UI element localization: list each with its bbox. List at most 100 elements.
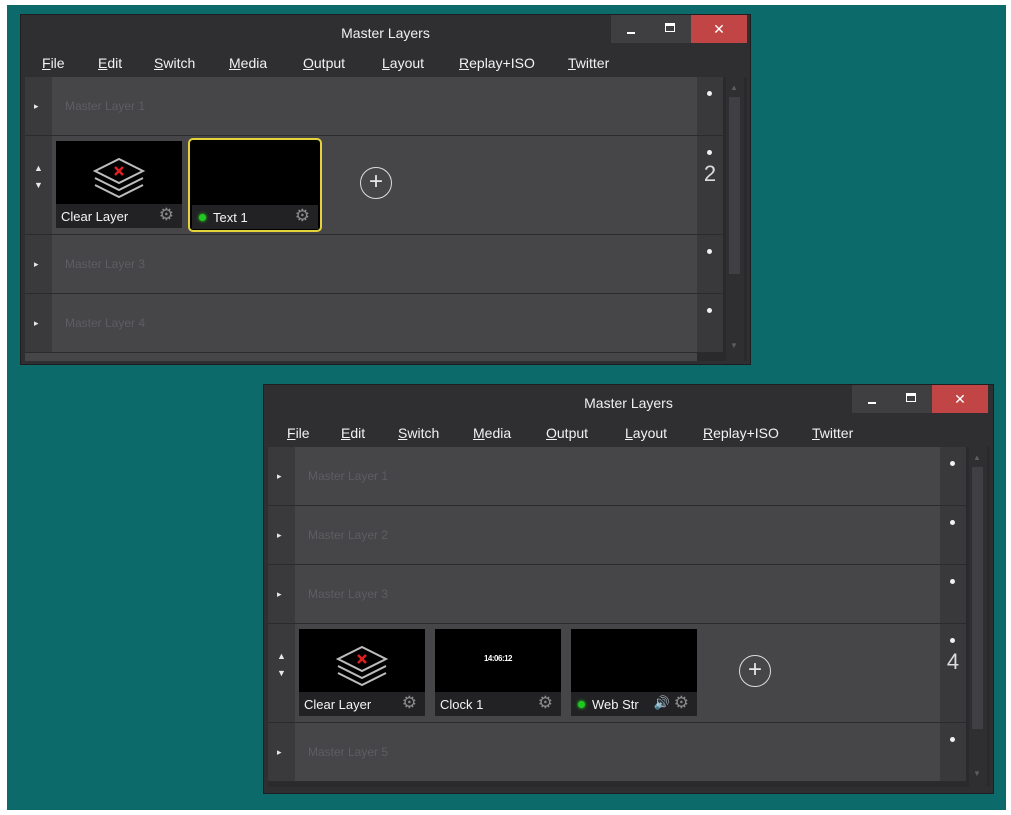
menu-replay-iso[interactable]: Replay+ISO: [459, 55, 535, 71]
menu-media[interactable]: Media: [473, 425, 511, 441]
live-indicator-icon: [199, 214, 206, 221]
menu-bar: File Edit Switch Media Output Layout Rep…: [264, 421, 993, 447]
menu-output[interactable]: Output: [303, 55, 345, 71]
menu-file[interactable]: File: [42, 55, 65, 71]
add-input-button[interactable]: +: [360, 167, 392, 199]
layer-side-control[interactable]: 4: [940, 624, 966, 723]
layer-name: Master Layer 4: [65, 316, 146, 330]
layer-side-control[interactable]: [697, 235, 723, 294]
scroll-up-icon[interactable]: ▲: [730, 83, 738, 92]
layer-toggle[interactable]: ▸: [268, 506, 295, 564]
maximize-icon: [665, 23, 675, 32]
scroll-down-icon[interactable]: ▼: [730, 341, 738, 350]
menu-edit[interactable]: Edit: [341, 425, 365, 441]
menu-switch[interactable]: Switch: [154, 55, 195, 71]
layer-side-control[interactable]: 2: [697, 136, 723, 235]
expand-icon: ▸: [277, 530, 282, 540]
layer-toggle[interactable]: ▸: [25, 77, 52, 135]
menu-output[interactable]: Output: [546, 425, 588, 441]
layer-toggle[interactable]: ▸: [25, 235, 52, 293]
menu-bar: File Edit Switch Media Output Layout Rep…: [21, 51, 750, 77]
card-caption: Text 1 ⚙: [192, 205, 318, 229]
layers-panel: ▸ Master Layer 1 ▸ Master Layer 2 ▸ Mast…: [268, 447, 990, 787]
clear-layer-icon: [92, 157, 146, 199]
menu-switch[interactable]: Switch: [398, 425, 439, 441]
minimize-icon: [627, 32, 635, 34]
expand-icon: ▸: [277, 471, 282, 481]
close-button[interactable]: ✕: [691, 15, 747, 43]
close-button[interactable]: ✕: [932, 385, 988, 413]
layer-name: Master Layer 5: [308, 745, 389, 759]
master-layers-window-1: Master Layers ✕ File Edit Switch Media O…: [20, 14, 751, 365]
add-icon: +: [747, 656, 762, 683]
layer-dot-icon: [950, 520, 955, 525]
layer-toggle[interactable]: ▸: [268, 723, 295, 781]
text-1-card[interactable]: Text 1 ⚙: [188, 138, 322, 232]
title-bar[interactable]: Master Layers ✕: [21, 15, 750, 51]
master-layer-row[interactable]: ▸ Master Layer 3: [268, 565, 940, 624]
layer-side-control[interactable]: [697, 294, 723, 353]
menu-replay-iso[interactable]: Replay+ISO: [703, 425, 779, 441]
gear-icon[interactable]: ⚙: [159, 205, 174, 225]
maximize-button[interactable]: [651, 15, 691, 43]
scroll-down-icon[interactable]: ▼: [973, 769, 981, 778]
menu-twitter[interactable]: Twitter: [568, 55, 609, 71]
layer-dot-icon: [950, 737, 955, 742]
clear-layer-card[interactable]: Clear Layer ⚙: [56, 141, 182, 228]
layer-toggle[interactable]: ▲ ▼: [25, 136, 52, 234]
menu-layout[interactable]: Layout: [625, 425, 667, 441]
layer-dot-icon: [950, 461, 955, 466]
menu-layout[interactable]: Layout: [382, 55, 424, 71]
maximize-button[interactable]: [892, 385, 932, 413]
scrollbar-thumb[interactable]: [972, 467, 983, 729]
title-bar[interactable]: Master Layers ✕: [264, 385, 993, 421]
minimize-button[interactable]: [611, 15, 651, 43]
gear-icon[interactable]: ⚙: [538, 693, 553, 713]
master-layer-row[interactable]: ▸ Master Layer 3: [25, 235, 697, 294]
add-icon: +: [368, 168, 383, 195]
master-layer-row-partial: [25, 353, 697, 361]
layer-toggle[interactable]: ▲ ▼: [268, 624, 295, 722]
layer-side-control[interactable]: [940, 506, 966, 565]
expand-icon: ▸: [34, 259, 39, 269]
master-layer-row[interactable]: ▸ Master Layer 4: [25, 294, 697, 353]
card-label: Clear Layer: [61, 209, 129, 224]
speaker-icon[interactable]: 🔊: [654, 695, 670, 711]
gear-icon[interactable]: ⚙: [402, 693, 417, 713]
add-input-button[interactable]: +: [739, 655, 771, 687]
expand-icon: ▸: [277, 747, 282, 757]
master-layer-row[interactable]: ▸ Master Layer 1: [25, 77, 697, 136]
card-caption: Clock 1 ⚙: [435, 692, 561, 716]
menu-twitter[interactable]: Twitter: [812, 425, 853, 441]
vertical-scrollbar[interactable]: ▲ ▼: [726, 77, 744, 361]
layer-side-control[interactable]: [697, 77, 723, 136]
card-label: Clock 1: [440, 697, 484, 712]
layer-side-control[interactable]: [940, 723, 966, 782]
master-layer-row[interactable]: ▸ Master Layer 5: [268, 723, 940, 782]
menu-media[interactable]: Media: [229, 55, 267, 71]
minimize-button[interactable]: [852, 385, 892, 413]
master-layer-row-expanded[interactable]: ▲ ▼ Clear Layer ⚙ 14:06:12 Clock 1 ⚙ Web…: [268, 624, 940, 723]
move-up-icon: ▲: [34, 163, 43, 173]
live-indicator-icon: [578, 701, 585, 708]
menu-edit[interactable]: Edit: [98, 55, 122, 71]
gear-icon[interactable]: ⚙: [295, 206, 310, 226]
layer-side-control[interactable]: [940, 565, 966, 624]
layer-side-control[interactable]: [940, 447, 966, 506]
layer-toggle[interactable]: ▸: [268, 565, 295, 623]
scrollbar-thumb[interactable]: [729, 97, 740, 274]
expand-icon: ▸: [34, 318, 39, 328]
card-caption: Clear Layer ⚙: [299, 692, 425, 716]
master-layer-row[interactable]: ▸ Master Layer 1: [268, 447, 940, 506]
clear-layer-card[interactable]: Clear Layer ⚙: [299, 629, 425, 716]
clock-1-card[interactable]: 14:06:12 Clock 1 ⚙: [435, 629, 561, 716]
scroll-up-icon[interactable]: ▲: [973, 453, 981, 462]
master-layer-row-expanded[interactable]: ▲ ▼ Clear Layer ⚙ Text 1 ⚙ +: [25, 136, 697, 235]
master-layer-row[interactable]: ▸ Master Layer 2: [268, 506, 940, 565]
menu-file[interactable]: File: [287, 425, 310, 441]
layer-toggle[interactable]: ▸: [268, 447, 295, 505]
layer-toggle[interactable]: ▸: [25, 294, 52, 352]
vertical-scrollbar[interactable]: ▲ ▼: [969, 447, 987, 787]
web-stream-card[interactable]: Web Str 🔊 ⚙: [571, 629, 697, 716]
gear-icon[interactable]: ⚙: [674, 693, 689, 713]
